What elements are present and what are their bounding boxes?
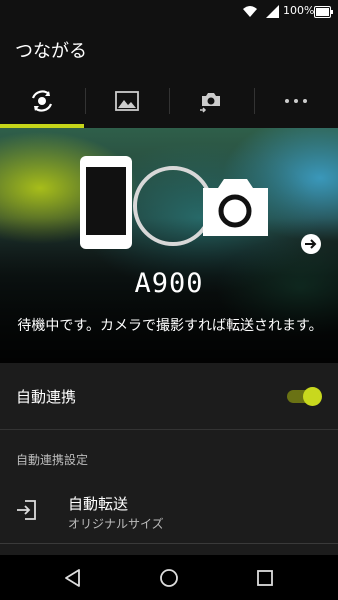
device-name: A900 (134, 268, 204, 299)
toggle-thumb (303, 387, 322, 406)
tab-photos[interactable] (84, 74, 170, 128)
back-icon[interactable] (62, 567, 84, 589)
settings-list: 自動連携 自動連携設定 自動転送 オリジナルサイズ (0, 363, 338, 555)
smartphone-icon (80, 156, 132, 249)
tab-more[interactable] (253, 74, 338, 128)
auto-link-row[interactable]: 自動連携 (0, 363, 338, 430)
auto-link-label: 自動連携 (16, 388, 77, 406)
auto-link-toggle[interactable] (287, 387, 322, 406)
arrow-right-button[interactable] (300, 233, 322, 255)
camera-icon (203, 179, 268, 236)
app-bar: つながる (0, 24, 338, 74)
signal-icon (266, 5, 279, 18)
more-dots-icon (284, 99, 307, 103)
section-header-auto-link-settings: 自動連携設定 (16, 453, 89, 467)
image-gallery-icon (114, 91, 139, 111)
recents-icon[interactable] (254, 567, 276, 589)
camera-transfer-icon (200, 93, 221, 113)
auto-transfer-value: オリジナルサイズ (68, 517, 164, 531)
tab-bar (0, 74, 338, 128)
wifi-icon (243, 6, 257, 17)
status-message: 待機中です。カメラで撮影すれば転送されます。 (17, 318, 323, 334)
battery-icon (314, 6, 333, 18)
device-status-panel: A900 待機中です。カメラで撮影すれば転送されます。 (0, 128, 338, 363)
tab-connect[interactable] (0, 74, 85, 128)
connection-sync-icon (32, 90, 53, 112)
phone-camera-connection-graphic (80, 156, 268, 249)
status-bar: 100% (0, 0, 338, 24)
divider (0, 543, 338, 544)
home-icon[interactable] (158, 567, 180, 589)
battery-percent: 100% (283, 4, 315, 17)
import-icon (17, 500, 36, 520)
tab-remote[interactable] (169, 74, 254, 128)
auto-transfer-title: 自動転送 (68, 495, 129, 513)
system-nav-bar (0, 555, 338, 600)
page-title: つながる (15, 41, 87, 62)
auto-transfer-row[interactable]: 自動転送 オリジナルサイズ (0, 475, 338, 543)
